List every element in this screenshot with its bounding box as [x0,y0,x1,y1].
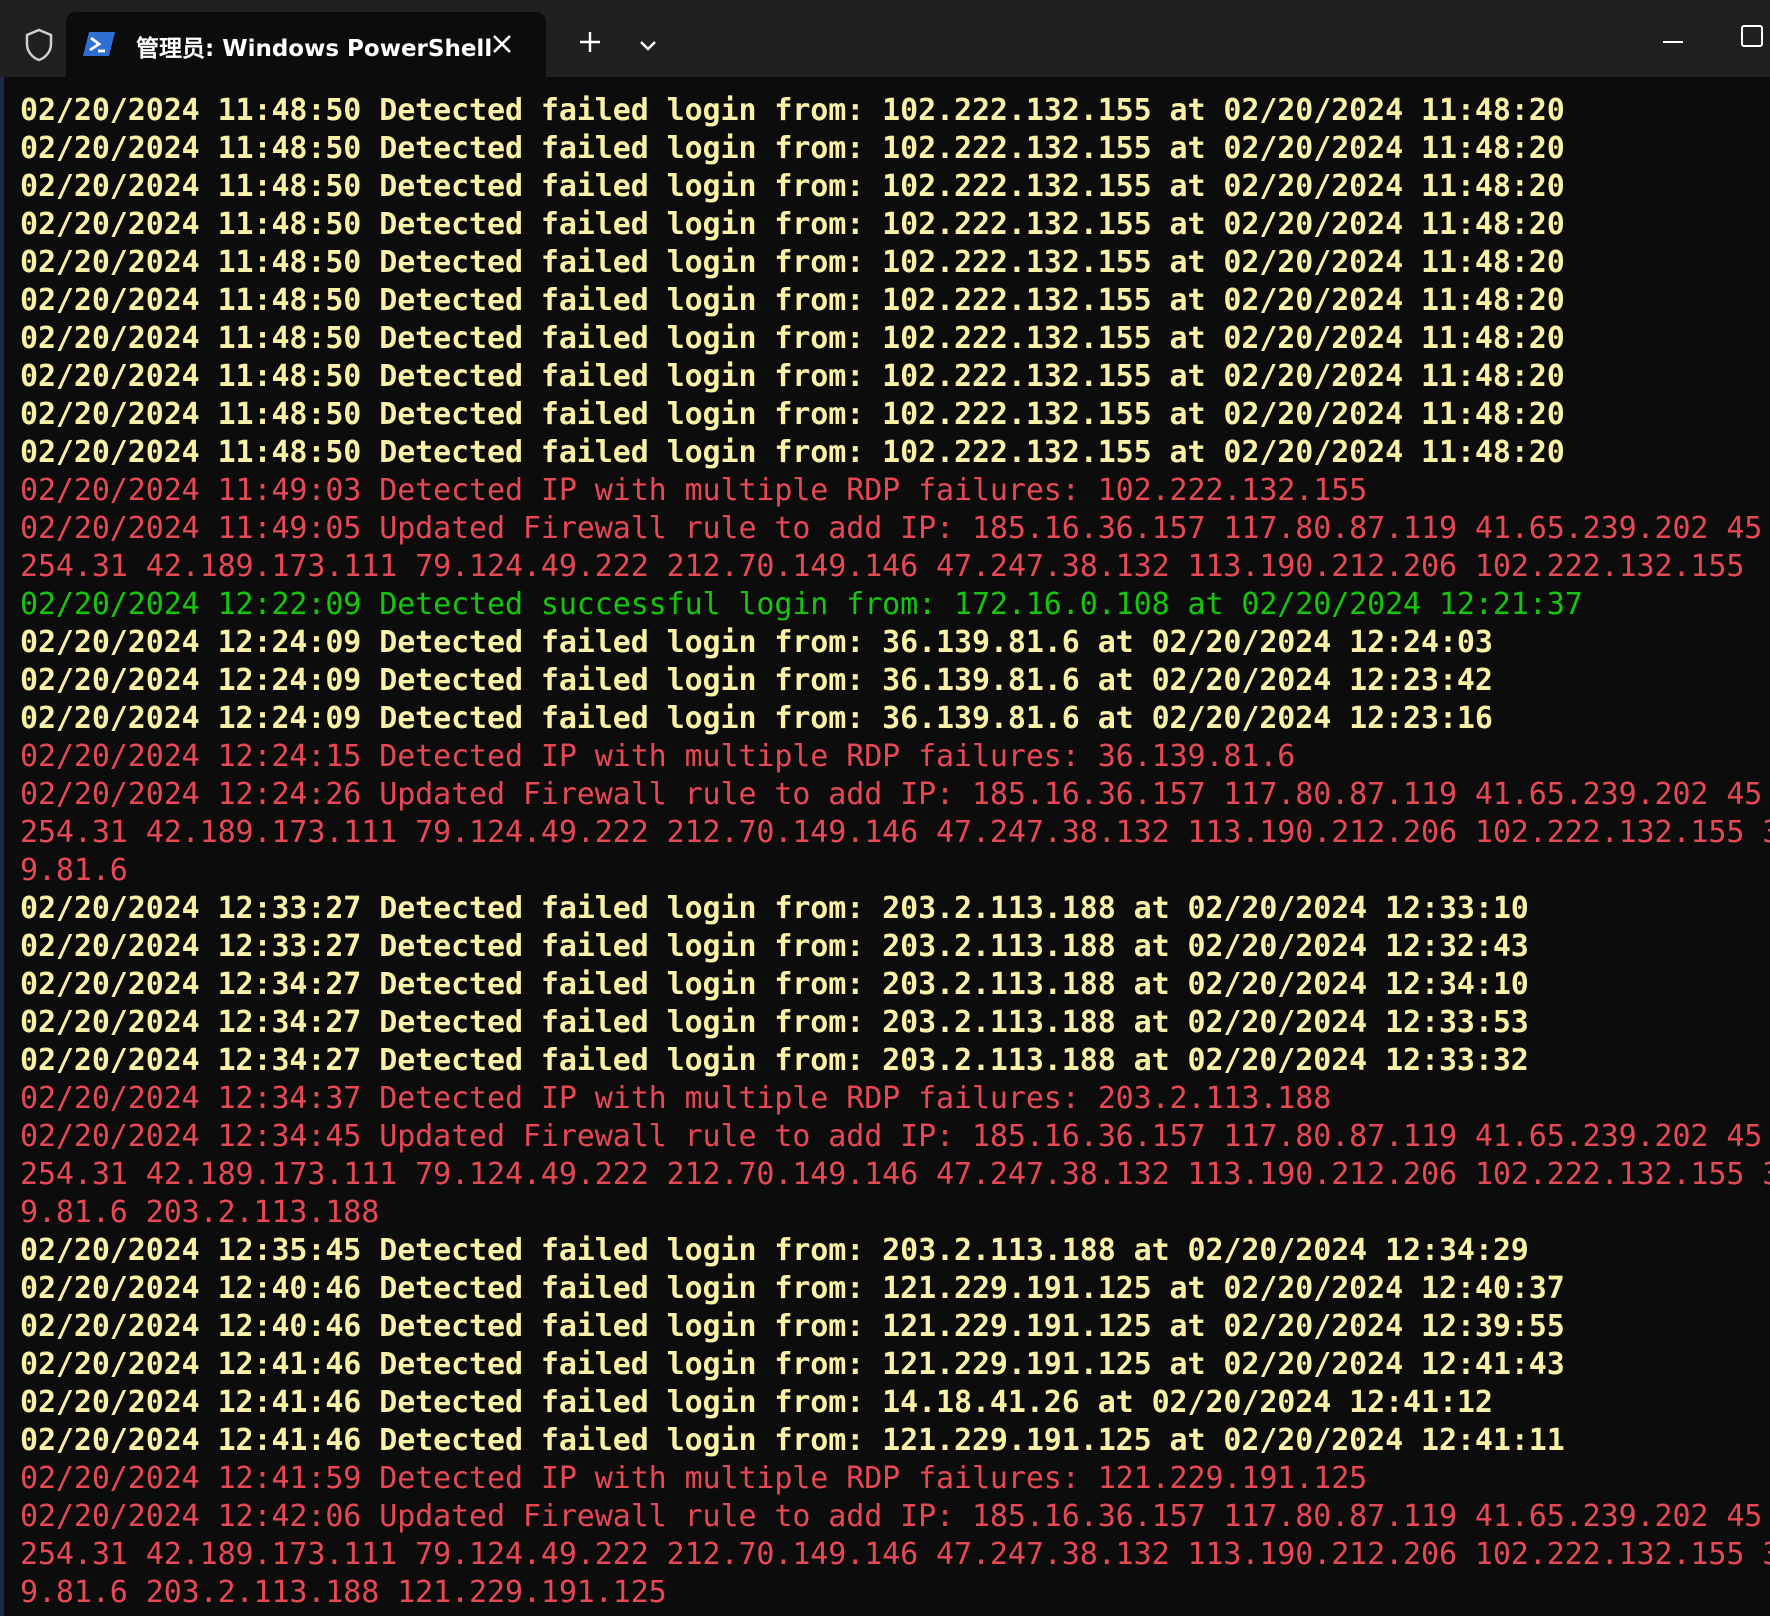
terminal-line: 02/20/2024 12:33:27 Detected failed logi… [20,891,1529,926]
terminal-line: 02/20/2024 11:48:50 Detected failed logi… [20,359,1565,394]
terminal-line: 02/20/2024 11:49:05 Updated Firewall rul… [20,511,1763,546]
tab-powershell[interactable]: 管理员: Windows PowerShell [66,12,546,77]
maximize-button[interactable] [1740,20,1770,56]
terminal-line: 254.31 42.189.173.111 79.124.49.222 212.… [20,815,1770,850]
window-edge [0,77,4,1616]
terminal-line: 02/20/2024 11:48:50 Detected failed logi… [20,321,1565,356]
maximize-icon [1740,24,1764,52]
plus-icon [578,30,602,58]
terminal-line: 02/20/2024 12:24:09 Detected failed logi… [20,663,1493,698]
terminal-line: 02/20/2024 12:40:46 Detected failed logi… [20,1309,1565,1344]
terminal-line: 02/20/2024 12:42:06 Updated Firewall rul… [20,1499,1763,1534]
terminal-line: 254.31 42.189.173.111 79.124.49.222 212.… [20,1157,1770,1192]
terminal-line: 254.31 42.189.173.111 79.124.49.222 212.… [20,549,1745,584]
terminal-line: 02/20/2024 11:48:50 Detected failed logi… [20,283,1565,318]
terminal-line: 02/20/2024 12:24:09 Detected failed logi… [20,701,1493,736]
terminal-line: 02/20/2024 12:34:27 Detected failed logi… [20,1005,1529,1040]
terminal-line: 02/20/2024 12:34:45 Updated Firewall rul… [20,1119,1763,1154]
terminal-line: 02/20/2024 12:35:45 Detected failed logi… [20,1233,1529,1268]
terminal-output[interactable]: 02/20/2024 11:48:50 Detected failed logi… [20,92,1770,1616]
terminal-line: 02/20/2024 11:48:50 Detected failed logi… [20,207,1565,242]
terminal-line: 02/20/2024 11:48:50 Detected failed logi… [20,131,1565,166]
terminal-line: 02/20/2024 12:33:27 Detected failed logi… [20,929,1529,964]
terminal-line: 02/20/2024 12:34:27 Detected failed logi… [20,967,1529,1002]
tab-dropdown-button[interactable] [628,26,668,66]
terminal-line: 02/20/2024 12:41:46 Detected failed logi… [20,1347,1565,1382]
tab-title: 管理员: Windows PowerShell [136,36,493,62]
title-bar: 管理员: Windows PowerShell [0,0,1770,77]
terminal-line: 02/20/2024 12:24:26 Updated Firewall rul… [20,777,1763,812]
new-tab-button[interactable] [570,24,610,64]
terminal-line: 9.81.6 [20,853,128,888]
terminal-line: 02/20/2024 11:48:50 Detected failed logi… [20,435,1565,470]
terminal-line: 02/20/2024 11:48:50 Detected failed logi… [20,169,1565,204]
terminal-line: 02/20/2024 11:49:03 Detected IP with mul… [20,473,1368,508]
terminal-line: 02/20/2024 12:34:37 Detected IP with mul… [20,1081,1332,1116]
close-icon[interactable] [484,26,520,62]
terminal-line: 02/20/2024 12:34:27 Detected failed logi… [20,1043,1529,1078]
terminal-line: 02/20/2024 12:24:15 Detected IP with mul… [20,739,1296,774]
terminal-line: 254.31 42.189.173.111 79.124.49.222 212.… [20,1537,1770,1572]
powershell-icon [82,30,116,58]
terminal-window: 管理员: Windows PowerShell 02/20/2024 11:48… [0,0,1770,1616]
terminal-line: 02/20/2024 12:22:09 Detected successful … [20,587,1583,622]
minimize-button[interactable] [1648,20,1698,56]
terminal-line: 02/20/2024 12:41:46 Detected failed logi… [20,1423,1565,1458]
terminal-line: 02/20/2024 12:40:46 Detected failed logi… [20,1271,1565,1306]
terminal-line: 02/20/2024 11:48:50 Detected failed logi… [20,397,1565,432]
chevron-down-icon [638,37,658,56]
terminal-line: 9.81.6 203.2.113.188 [20,1195,380,1230]
terminal-line: 9.81.6 203.2.113.188 121.229.191.125 [20,1575,667,1610]
minimize-icon [1662,29,1684,48]
terminal-line: 02/20/2024 11:48:50 Detected failed logi… [20,93,1565,128]
terminal-line: 02/20/2024 12:41:59 Detected IP with mul… [20,1461,1368,1496]
terminal-line: 02/20/2024 12:24:09 Detected failed logi… [20,625,1493,660]
terminal-line: 02/20/2024 11:48:50 Detected failed logi… [20,245,1565,280]
terminal-line: 02/20/2024 12:41:46 Detected failed logi… [20,1385,1493,1420]
shield-icon[interactable] [14,20,64,70]
